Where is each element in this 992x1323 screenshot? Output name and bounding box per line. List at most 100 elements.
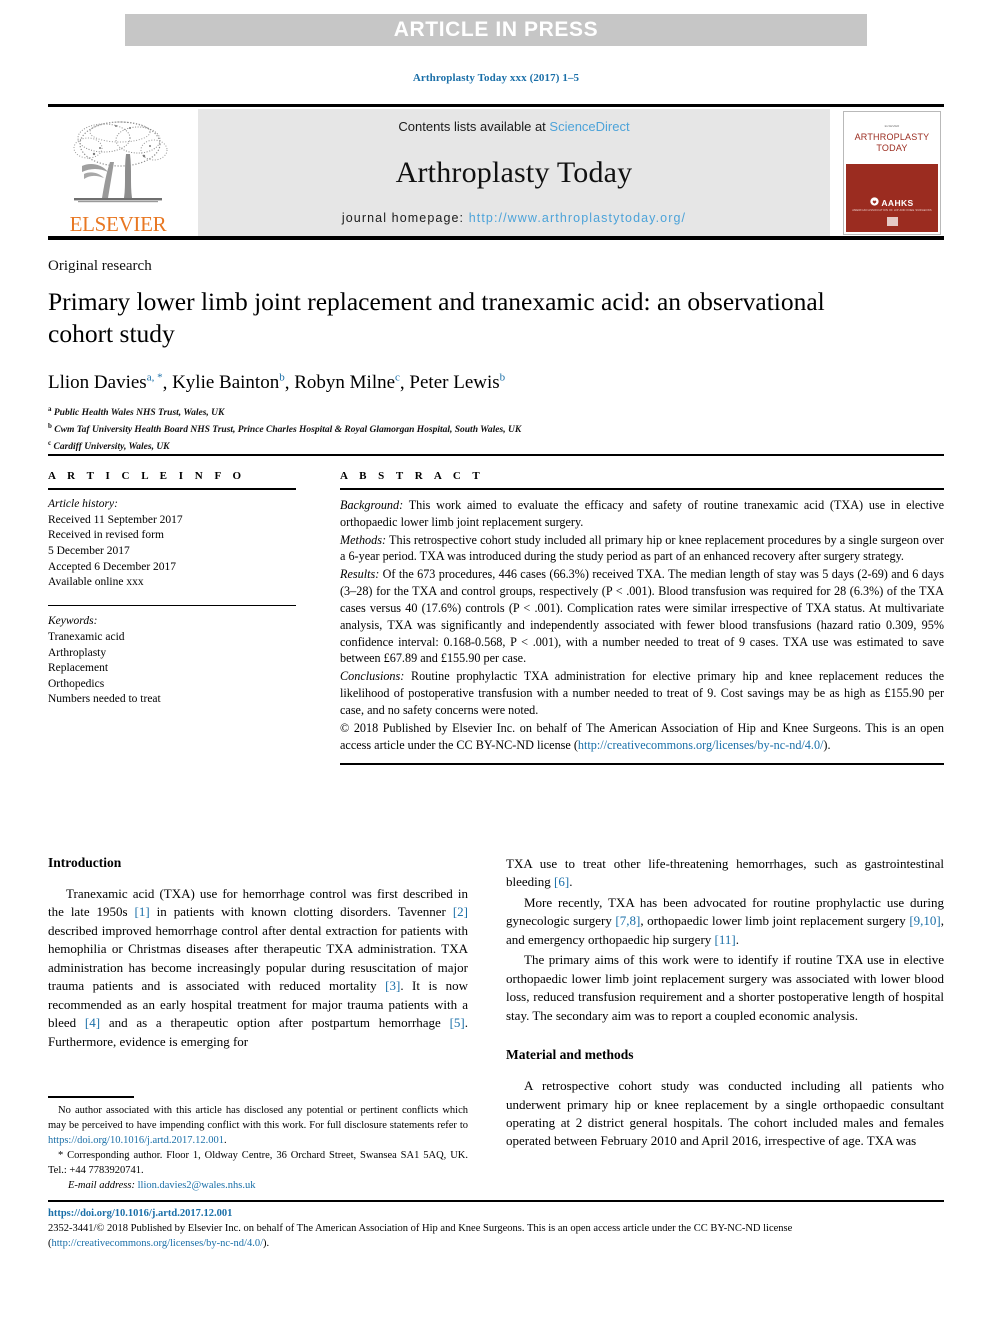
masthead-top-rule [48,104,944,107]
issn-copyright-line: 2352-3441/© 2018 Published by Elsevier I… [48,1221,944,1251]
reference-11[interactable]: [11] [715,932,736,947]
cover-society-name: AAHKS [881,197,914,208]
keyword-2: Replacement [48,662,109,675]
reference-4[interactable]: [4] [85,1015,100,1030]
affiliation-0: a Public Health Wales NHS Trust, Wales, … [48,404,938,421]
issn-license-link[interactable]: http://creativecommons.org/licenses/by-n… [52,1238,264,1249]
abstract-copyright: © 2018 Published by Elsevier Inc. on beh… [340,720,944,754]
journal-citation-line: Arthroplasty Today xxx (2017) 1–5 [412,72,580,84]
author-list: Llion Daviesa, *, Kylie Baintonb, Robyn … [48,372,506,394]
bottom-separator-rule [48,1200,944,1202]
cover-publisher-label: ELSEVIER [884,123,900,128]
affiliation-2-text: Cardiff University, Wales, UK [53,441,170,452]
keyword-0: Tranexamic acid [48,630,125,643]
cover-seal-icon [886,217,898,226]
bottom-publisher-block: https://doi.org/10.1016/j.artd.2017.12.0… [48,1206,944,1252]
keywords-label: Keywords: [48,615,98,628]
intro-paragraph-2: More recently, TXA has been advocated fo… [506,894,944,949]
footnote-corresponding-author: * Corresponding author. Floor 1, Oldway … [48,1149,468,1176]
contents-list-line: Contents lists available at ScienceDirec… [398,119,629,134]
footnote-disclosure-end: . [223,1134,227,1146]
intro-p2-d: . [735,931,739,947]
abstract-heading: A B S T R A C T [340,470,485,482]
article-info-separator [48,604,296,607]
body-column-right: TXA use to treat other life-threatening … [506,855,944,1153]
journal-masthead: ELSEVIER Contents lists available at Sci… [48,104,944,237]
homepage-prefix: journal homepage: [341,211,469,225]
abstract-body: Background: This work aimed to evaluate … [340,497,944,753]
cover-title-line1: ARTHROPLASTY [854,131,930,142]
author-0-name: Llion Davies [48,372,147,394]
sciencedirect-link[interactable]: ScienceDirect [549,119,629,134]
footnote-rule [48,1096,134,1098]
cover-society-subtitle: AMERICAN ASSOCIATION OF HIP AND KNEE SUR… [852,209,932,212]
article-info-column: A R T I C L E I N F O Article history: R… [48,470,296,708]
author-0: Llion Daviesa, * [48,372,163,393]
author-1: Kylie Baintonb [172,372,285,393]
article-info-heading: A R T I C L E I N F O [48,470,246,482]
issn-license-post: ). [263,1238,270,1250]
footnote-email-label: E-mail address: [68,1179,135,1191]
author-3-marks: b [499,372,506,384]
reference-7-8[interactable]: [7,8] [615,913,640,928]
affiliation-0-mark: a [48,405,52,413]
intro-paragraph-1-continued: TXA use to treat other life-threatening … [506,855,944,892]
abstract-bottom-rule [340,763,944,766]
abstract-copyright-post: ). [823,737,831,752]
article-doi-link[interactable]: https://doi.org/10.1016/j.artd.2017.12.0… [48,1206,944,1221]
article-section-label: Original research [48,258,152,274]
reference-6[interactable]: [6] [554,874,569,889]
author-0-marks: a, * [146,372,163,384]
abstract-background: Background: This work aimed to evaluate … [340,497,944,531]
footnote-email-link[interactable]: llion.davies2@wales.nhs.uk [138,1180,256,1191]
abstract-conclusions-text: Routine prophylactic TXA administration … [340,669,944,717]
elsevier-logo: ELSEVIER [48,109,188,237]
abstract-background-text: This work aimed to evaluate the efficacy… [340,498,944,529]
author-2-name: Robyn Milne [294,372,396,394]
reference-3[interactable]: [3] [385,978,400,993]
title-block-rule [48,454,944,456]
abstract-methods-label: Methods: [340,532,387,547]
issn-copyright-text: 2352-3441/© 2018 Published by Elsevier I… [48,1223,793,1235]
article-history-block: Article history: Received 11 September 2… [48,497,296,591]
article-history-label: Article history: [48,498,118,510]
article-info-rule [48,488,296,490]
journal-title: Arthroplasty Today [395,155,633,189]
keywords-block: Keywords: Tranexamic acid Arthroplasty R… [48,614,296,708]
aahks-logo-icon [870,197,880,208]
page-title: Primary lower limb joint replacement and… [48,287,825,349]
abstract-background-label: Background: [340,498,404,512]
intro-p1-e: and as a therapeutic option after postpa… [100,1015,450,1031]
journal-cover-thumbnail: ELSEVIER ARTHROPLASTY TODAY AAHKS AMERIC… [840,109,944,237]
abstract-license-link[interactable]: http://creativecommons.org/licenses/by-n… [578,738,824,752]
footnote-disclosure-text: No author associated with this article h… [48,1105,468,1131]
footnote-disclosure-doi-link[interactable]: https://doi.org/10.1016/j.artd.2017.12.0… [48,1135,224,1146]
reference-9-10[interactable]: [9,10] [909,913,940,928]
reference-2[interactable]: [2] [453,904,468,919]
heading-introduction: Introduction [48,855,122,870]
affiliation-1: b Cwm Taf University Health Board NHS Tr… [48,421,938,438]
article-history-4: Available online xxx [48,576,144,589]
author-2: Robyn Milnec [294,372,400,393]
journal-homepage-link[interactable]: http://www.arthroplastytoday.org/ [469,211,686,225]
author-1-name: Kylie Bainton [172,372,280,394]
author-1-marks: b [279,372,285,384]
intro-p1-cont-b: . [569,874,573,890]
abstract-methods-text: This retrospective cohort study included… [340,532,944,564]
abstract-results: Results: Of the 673 procedures, 446 case… [340,566,944,667]
article-history-0: Received 11 September 2017 [48,513,183,526]
affiliation-2: c Cardiff University, Wales, UK [48,438,938,455]
footnote-block: No author associated with this article h… [48,1104,468,1193]
abstract-results-text: Of the 673 procedures, 446 cases (66.3%)… [340,567,944,666]
reference-5[interactable]: [5] [450,1015,465,1030]
abstract-rule [340,488,944,490]
masthead-center-panel: Contents lists available at ScienceDirec… [198,109,830,237]
article-in-press-label: ARTICLE IN PRESS [393,18,599,41]
contents-prefix: Contents lists available at [398,119,550,134]
affiliation-1-text: Cwm Taf University Health Board NHS Trus… [54,425,522,436]
author-3: Peter Lewisb [409,372,505,393]
intro-paragraph-3: The primary aims of this work were to id… [506,952,944,1023]
reference-1[interactable]: [1] [135,904,150,919]
keyword-1: Arthroplasty [48,646,107,659]
heading-material-and-methods: Material and methods [506,1047,634,1063]
